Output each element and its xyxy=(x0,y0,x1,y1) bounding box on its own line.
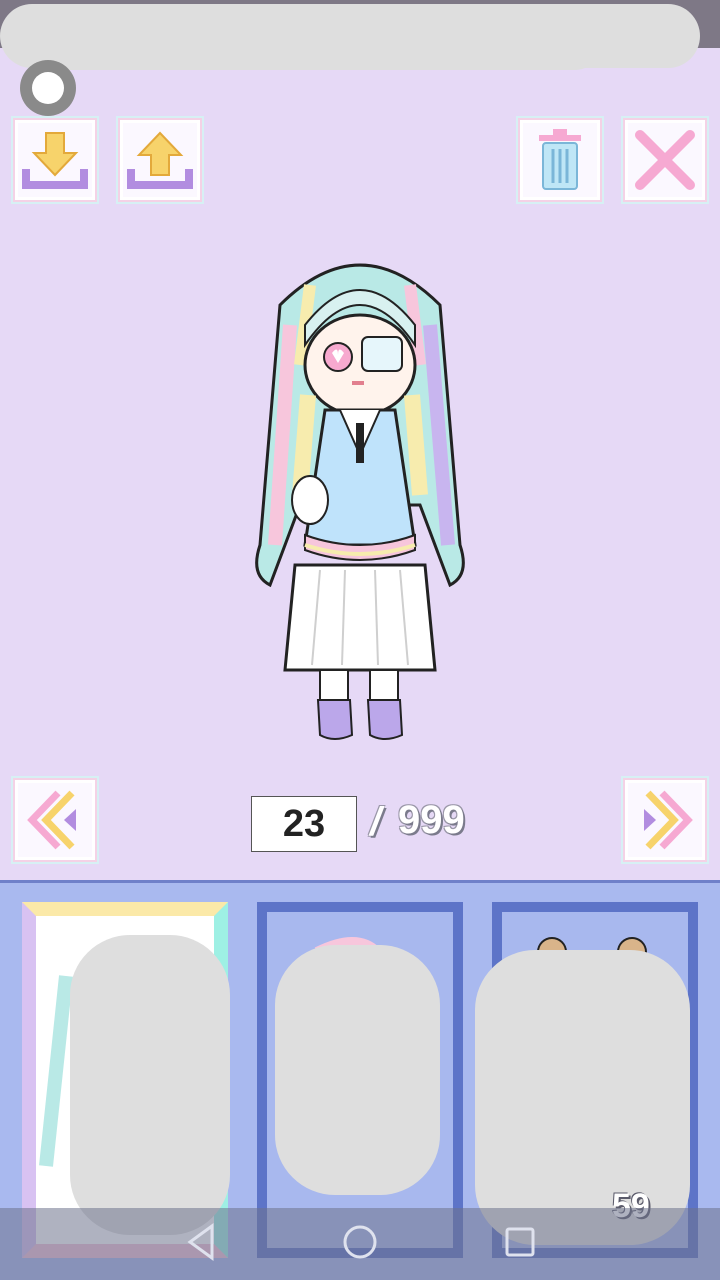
prev-page-button[interactable] xyxy=(15,780,95,860)
page-total: 999 xyxy=(398,798,465,842)
double-chevron-left-icon xyxy=(27,790,76,850)
next-page-button[interactable] xyxy=(625,780,705,860)
recents-square-icon[interactable] xyxy=(504,1222,536,1262)
home-circle-icon[interactable] xyxy=(342,1222,378,1262)
page-number-input[interactable]: 23 xyxy=(251,796,357,852)
upload-icon xyxy=(127,131,193,189)
obscured-scribble xyxy=(475,950,690,1245)
obscured-scribble xyxy=(70,935,230,1235)
double-chevron-right-icon xyxy=(644,790,693,850)
delete-button[interactable] xyxy=(520,120,600,200)
obscured-scribble xyxy=(40,20,600,70)
upload-button[interactable] xyxy=(120,120,200,200)
record-icon xyxy=(32,72,64,104)
download-icon xyxy=(22,132,88,189)
record-button[interactable] xyxy=(20,60,76,116)
character-preview xyxy=(255,263,465,740)
close-button[interactable] xyxy=(625,120,705,200)
close-icon xyxy=(635,130,695,190)
page-separator: / xyxy=(370,800,382,844)
trash-icon xyxy=(539,129,581,190)
download-button[interactable] xyxy=(15,120,95,200)
back-triangle-icon[interactable] xyxy=(184,1222,218,1262)
obscured-scribble xyxy=(275,945,440,1195)
